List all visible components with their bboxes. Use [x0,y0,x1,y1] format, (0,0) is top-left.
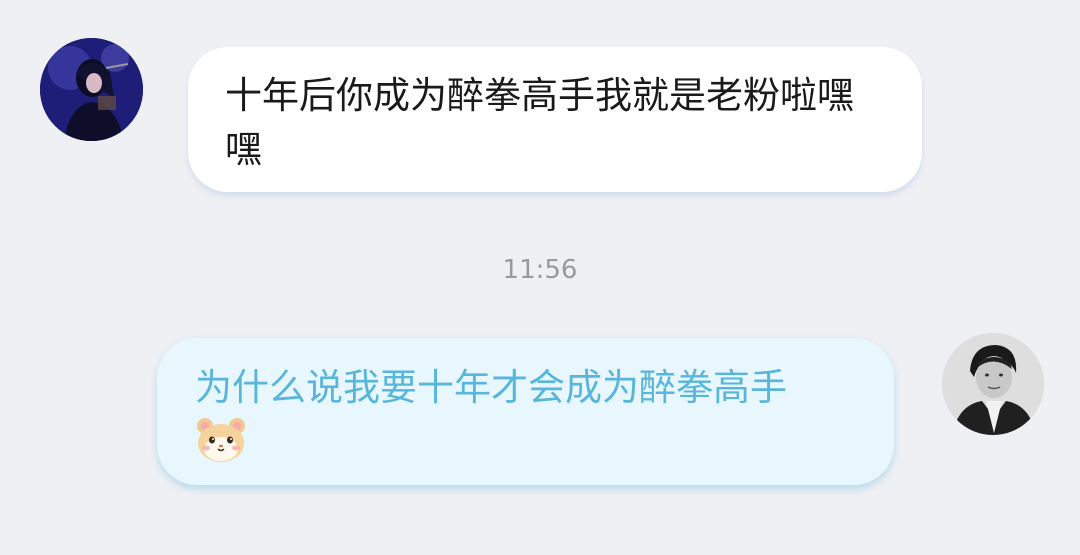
self-avatar-image [942,333,1044,435]
incoming-message-text: 十年后你成为醉拳高手我就是老粉啦嘿嘿 [225,74,854,171]
hamster-face-emoji-icon [197,418,245,462]
outgoing-message-text: 为什么说我要十年才会成为醉拳高手 [195,366,787,409]
outgoing-message-bubble[interactable]: 为什么说我要十年才会成为醉拳高手 [157,338,894,485]
incoming-message-bubble[interactable]: 十年后你成为醉拳高手我就是老粉啦嘿嘿 [188,47,922,192]
friend-avatar-image [40,38,143,141]
message-timestamp: 11:56 [502,255,578,285]
friend-avatar[interactable] [40,38,143,141]
chat-screen: { "messages": [ { "side": "incoming", "t… [0,0,1080,555]
self-avatar[interactable] [942,333,1044,435]
